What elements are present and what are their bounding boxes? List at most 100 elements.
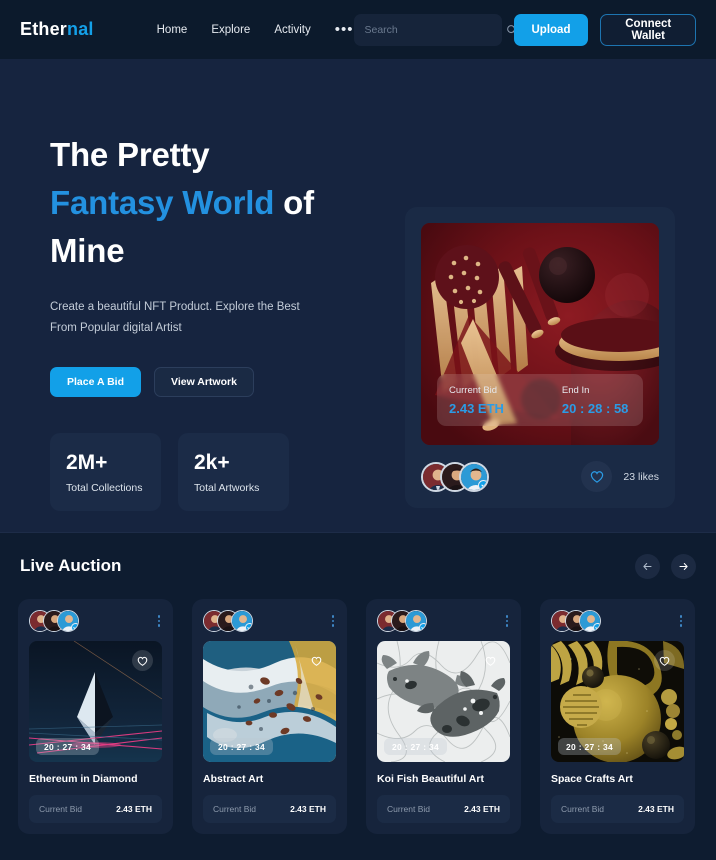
card-like-button[interactable] <box>480 650 501 671</box>
nav-more-icon[interactable]: ••• <box>335 22 354 37</box>
brand-name-primary: Ether <box>20 19 68 39</box>
card-like-button[interactable] <box>306 650 327 671</box>
upload-button[interactable]: Upload <box>513 13 589 46</box>
heart-icon <box>659 656 670 666</box>
auction-card-header <box>377 610 510 632</box>
avatar-group[interactable] <box>203 610 253 632</box>
verified-badge-icon <box>478 479 487 490</box>
auction-card-bid-row: Current Bid 2.43 ETH <box>29 795 162 823</box>
carousel-controls <box>635 553 696 579</box>
bid-value: 2.43 ETH <box>464 804 500 814</box>
hero-title: The Pretty Fantasy World of Mine <box>50 131 396 275</box>
hero-title-line1: The Pretty <box>50 136 210 173</box>
featured-card-footer: 23 likes <box>421 461 659 492</box>
auction-card-image: 20 : 27 : 34 <box>29 641 162 762</box>
hero-title-line2-rest: of <box>274 183 314 221</box>
stat-label: Total Artworks <box>194 481 260 494</box>
place-a-bid-button[interactable]: Place A Bid <box>50 367 141 398</box>
connect-wallet-button[interactable]: Connect Wallet <box>600 13 696 46</box>
hero-subtitle-line2: From Popular digital Artist <box>50 321 182 334</box>
card-menu-icon[interactable] <box>330 613 337 629</box>
hero-stats: 2M+ Total Collections 2k+ Total Artworks <box>50 433 396 512</box>
avatar-group[interactable] <box>551 610 601 632</box>
likes-count: 23 likes <box>623 470 659 483</box>
hero-section: The Pretty Fantasy World of Mine Create … <box>0 59 716 533</box>
view-artwork-button[interactable]: View Artwork <box>154 367 254 398</box>
auction-card-image: 20 : 27 : 34 <box>551 641 684 762</box>
search-box[interactable] <box>353 13 517 46</box>
nav-item-home[interactable]: Home <box>157 24 188 36</box>
hero-cta-group: Place A Bid View Artwork <box>50 367 396 398</box>
card-countdown-timer: 20 : 27 : 34 <box>36 738 100 755</box>
nav-item-activity[interactable]: Activity <box>274 24 310 36</box>
avatar-group[interactable] <box>421 461 489 492</box>
featured-bid-overlay: Current Bid 2.43 ETH End In 20 : 28 : 58 <box>437 374 643 426</box>
avatar-group[interactable] <box>377 610 427 632</box>
auction-card[interactable]: 20 : 27 : 34 Space Crafts Art Current Bi… <box>540 599 695 834</box>
brand-name-accent: nal <box>67 19 94 39</box>
like-button[interactable] <box>581 461 613 492</box>
card-menu-icon[interactable] <box>156 613 163 629</box>
stat-card-collections: 2M+ Total Collections <box>50 433 161 512</box>
avatar-group[interactable] <box>29 610 79 632</box>
card-menu-icon[interactable] <box>678 613 685 629</box>
auction-card-header <box>203 610 336 632</box>
top-navigation-bar: Ethernal Home Explore Activity ••• Uploa… <box>0 0 716 59</box>
hero-subtitle: Create a beautiful NFT Product. Explore … <box>50 297 328 340</box>
carousel-prev-button[interactable] <box>635 553 660 579</box>
featured-nft-card[interactable]: Current Bid 2.43 ETH End In 20 : 28 : 58 <box>405 207 675 508</box>
carousel-next-button[interactable] <box>671 553 696 579</box>
bid-value: 2.43 ETH <box>290 804 326 814</box>
auction-card-bid-row: Current Bid 2.43 ETH <box>377 795 510 823</box>
hero-title-highlight: Fantasy World <box>50 183 275 221</box>
heart-icon <box>311 656 322 666</box>
bid-label: Current Bid <box>561 804 604 814</box>
card-menu-icon[interactable] <box>504 613 511 629</box>
auction-card[interactable]: 20 : 27 : 34 Abstract Art Current Bid 2.… <box>192 599 347 834</box>
primary-nav-links: Home Explore Activity ••• <box>157 22 354 37</box>
auction-card-header <box>551 610 684 632</box>
brand-logo[interactable]: Ethernal <box>20 19 94 40</box>
auction-card-title: Ethereum in Diamond <box>29 773 138 785</box>
nav-item-explore[interactable]: Explore <box>211 24 250 36</box>
hero-title-line3: Mine <box>50 231 125 269</box>
stat-card-artworks: 2k+ Total Artworks <box>178 433 289 512</box>
current-bid-label: Current Bid <box>449 384 498 396</box>
avatar <box>57 610 79 632</box>
arrow-right-icon <box>679 562 688 570</box>
avatar <box>459 461 489 492</box>
current-bid-value: 2.43 ETH <box>449 400 504 416</box>
auction-card-bid-row: Current Bid 2.43 ETH <box>203 795 336 823</box>
bid-value: 2.43 ETH <box>638 804 674 814</box>
auction-card[interactable]: 20 : 27 : 34 Koi Fish Beautiful Art Curr… <box>366 599 521 834</box>
hero-subtitle-line1: Create a beautiful NFT Product. Explore … <box>50 300 300 313</box>
app-root: Ethernal Home Explore Activity ••• Uploa… <box>0 0 716 860</box>
heart-icon <box>485 656 496 666</box>
bid-label: Current Bid <box>213 804 256 814</box>
section-title: Live Auction <box>20 556 122 575</box>
heart-icon <box>590 471 604 483</box>
verified-badge-icon <box>593 623 600 631</box>
auction-card-title: Abstract Art <box>203 773 264 785</box>
hero-featured-area: Current Bid 2.43 ETH End In 20 : 28 : 58 <box>396 59 690 533</box>
auction-card-title: Koi Fish Beautiful Art <box>377 773 484 785</box>
bid-label: Current Bid <box>39 804 82 814</box>
auction-card-image: 20 : 27 : 34 <box>203 641 336 762</box>
arrow-left-icon <box>643 562 652 570</box>
verified-badge-icon <box>245 623 252 631</box>
current-bid-block: Current Bid 2.43 ETH <box>449 385 504 416</box>
stat-label: Total Collections <box>66 481 143 494</box>
auction-card-image: 20 : 27 : 34 <box>377 641 510 762</box>
card-countdown-timer: 20 : 27 : 34 <box>210 738 274 755</box>
card-like-button[interactable] <box>132 650 153 671</box>
card-like-button[interactable] <box>654 650 675 671</box>
end-in-value: 20 : 28 : 58 <box>561 400 629 416</box>
auction-card[interactable]: 20 : 27 : 34 Ethereum in Diamond Current… <box>18 599 173 834</box>
card-countdown-timer: 20 : 27 : 34 <box>558 738 622 755</box>
card-countdown-timer: 20 : 27 : 34 <box>384 738 448 755</box>
search-input[interactable] <box>364 23 500 36</box>
avatar <box>231 610 253 632</box>
avatar <box>405 610 427 632</box>
heart-icon <box>137 656 148 666</box>
verified-badge-icon <box>419 623 426 631</box>
